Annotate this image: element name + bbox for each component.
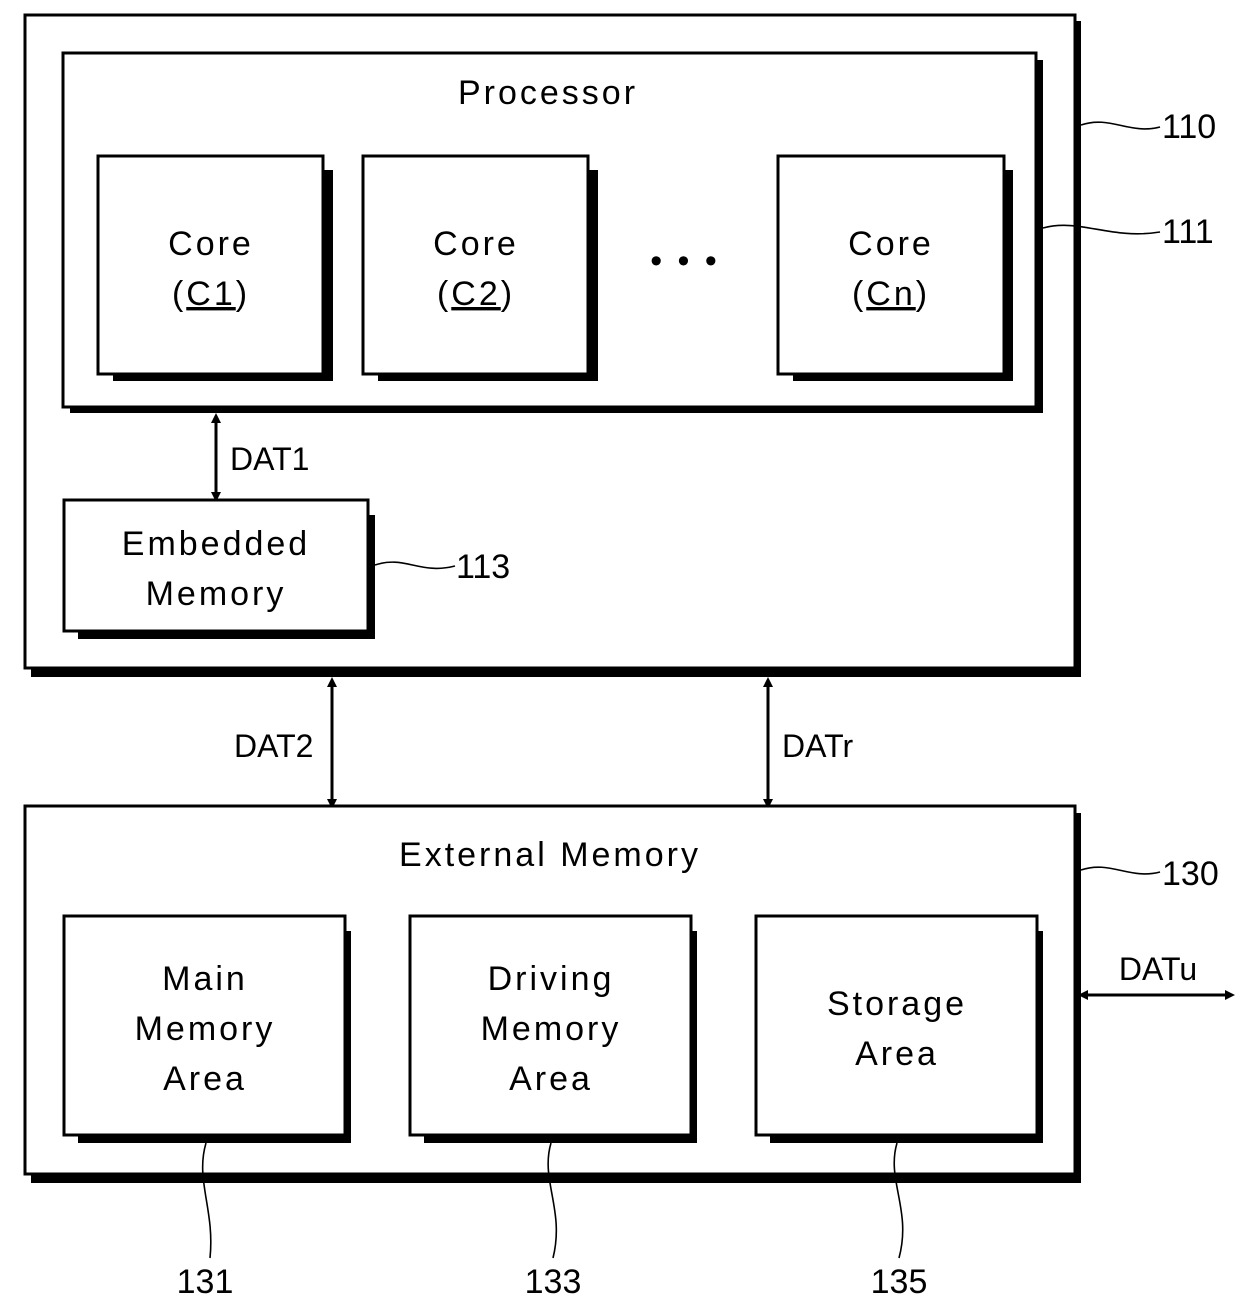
core-id-paren: (C1) (172, 275, 250, 313)
core-label: Core (168, 225, 254, 263)
driving-memory-area: Driving Memory Area (408, 914, 697, 1143)
leader-130 (1080, 866, 1161, 875)
ref-131: 131 (177, 1263, 234, 1301)
leader-110 (1080, 121, 1161, 130)
core-id-paren: (C2) (437, 275, 515, 313)
area-label-line: Area (855, 1035, 939, 1073)
core-block-c2: Core (C2) (361, 154, 598, 381)
main-memory-area: Main Memory Area (62, 914, 351, 1143)
ref-130: 130 (1162, 855, 1219, 893)
core-id: C2 (451, 275, 500, 313)
embedded-memory-block: Embedded Memory (62, 498, 375, 639)
area-label-line: Memory (481, 1010, 622, 1048)
block-diagram: Processor Core (C1) Core (C2) • • • Core… (23, 13, 1235, 1301)
core-id-paren: (Cn) (852, 275, 930, 313)
ref-113: 113 (456, 548, 510, 586)
ref-133: 133 (525, 1263, 582, 1301)
core-id: Cn (866, 275, 915, 313)
core-block-c1: Core (C1) (96, 154, 333, 381)
datu-label: DATu (1119, 951, 1197, 987)
datr-label: DATr (782, 728, 853, 764)
area-label-line: Area (509, 1060, 593, 1098)
core-label: Core (848, 225, 934, 263)
ref-111: 111 (1162, 213, 1214, 251)
core-label: Core (433, 225, 519, 263)
area-label-line: Driving (488, 960, 615, 998)
dat2-label: DAT2 (234, 728, 313, 764)
ref-135: 135 (871, 1263, 928, 1301)
ref-110: 110 (1162, 108, 1216, 146)
dat1-label: DAT1 (230, 441, 309, 477)
processor-title: Processor (458, 74, 638, 112)
area-label-line: Storage (827, 985, 967, 1023)
embedded-memory-line1: Embedded (122, 525, 310, 563)
core-id: C1 (186, 275, 235, 313)
storage-area: Storage Area (754, 914, 1043, 1143)
embedded-memory-line2: Memory (146, 575, 287, 613)
area-label-line: Main (162, 960, 248, 998)
ellipsis: • • • (650, 242, 720, 280)
area-label-line: Area (163, 1060, 247, 1098)
external-memory-title: External Memory (399, 836, 701, 874)
area-label-line: Memory (135, 1010, 276, 1048)
core-block-cn: Core (Cn) (776, 154, 1013, 381)
